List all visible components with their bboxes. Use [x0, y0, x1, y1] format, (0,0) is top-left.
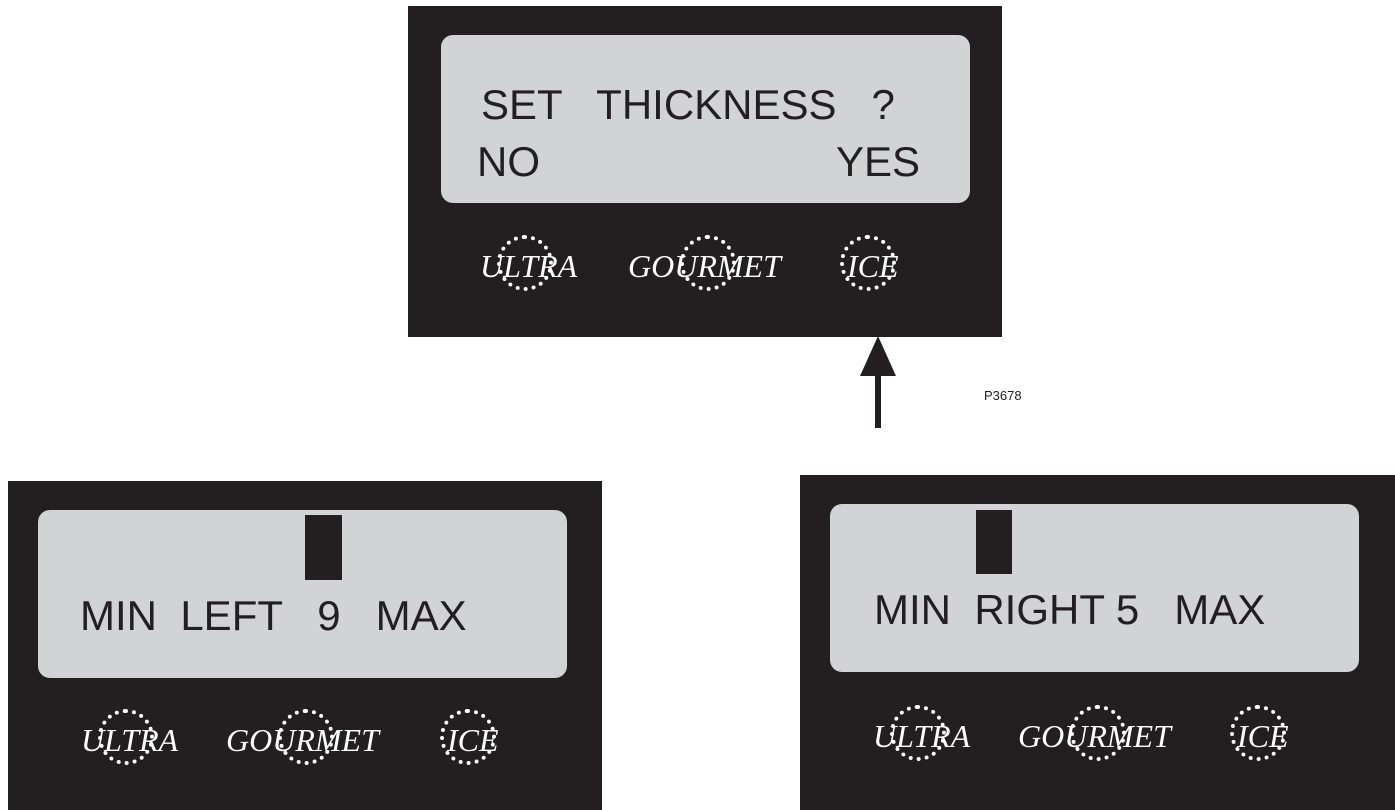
- arrow-up-icon: [860, 336, 896, 428]
- button-row-left: ULTRA GOURMET ICE: [8, 708, 602, 788]
- lcd-yes-option: YES: [836, 138, 921, 185]
- control-panel-left: MIN LEFT 9 MAX ULTRA GOURMET ICE: [8, 481, 602, 810]
- lcd-thickness-right: MIN RIGHT 5 MAX: [874, 586, 1266, 633]
- control-panel-top: SET THICKNESS ? NO YES ULTRA GOURMET ICE: [408, 6, 1002, 337]
- button-row-right: ULTRA GOURMET ICE: [800, 704, 1395, 784]
- lcd-display-left: MIN LEFT 9 MAX: [38, 510, 567, 678]
- lcd-prompt-text: SET THICKNESS ?: [481, 81, 895, 128]
- lcd-no-option: NO: [477, 138, 540, 185]
- button-row-top: ULTRA GOURMET ICE: [408, 234, 1002, 314]
- figure-code: P3678: [984, 388, 1022, 403]
- level-cursor-left: [305, 515, 342, 580]
- control-panel-right: MIN RIGHT 5 MAX ULTRA GOURMET ICE: [800, 475, 1395, 810]
- lcd-thickness-left: MIN LEFT 9 MAX: [80, 592, 467, 639]
- lcd-display-top: SET THICKNESS ? NO YES: [441, 35, 970, 203]
- level-cursor-right: [976, 510, 1012, 574]
- lcd-display-right: MIN RIGHT 5 MAX: [830, 504, 1359, 672]
